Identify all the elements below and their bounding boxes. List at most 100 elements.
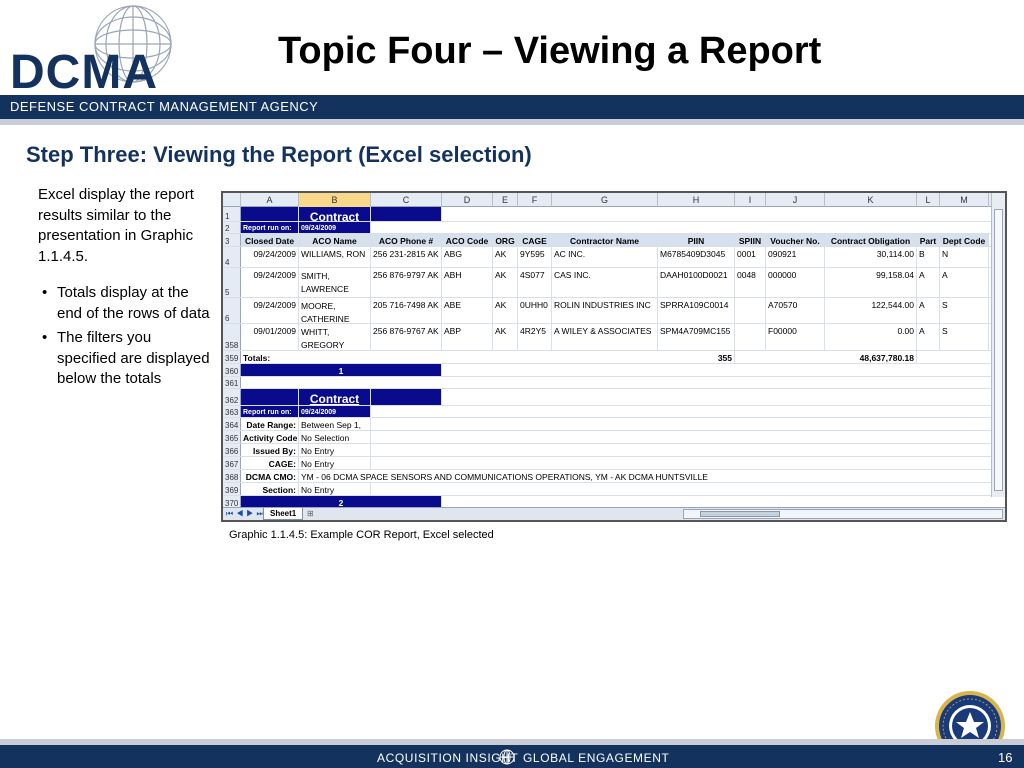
closed-date[interactable]: 09/24/2009	[241, 247, 299, 267]
filter-value[interactable]: No Entry	[299, 444, 371, 456]
cage[interactable]: 0UHH0	[518, 298, 552, 323]
column-title[interactable]: ORG	[493, 234, 518, 246]
column-title[interactable]: Voucher No.	[766, 234, 825, 246]
contract-obligation[interactable]: 99,158.04	[825, 268, 917, 297]
row-number[interactable]: 6	[223, 298, 241, 323]
contract-obligation[interactable]: 30,114.00	[825, 247, 917, 267]
column-header[interactable]: G	[552, 193, 658, 207]
filter-label[interactable]: Section:	[241, 483, 299, 495]
piin[interactable]: DAAH0100D0021	[658, 268, 735, 297]
row-number[interactable]: 366	[223, 444, 241, 456]
contractor-name[interactable]: AC INC.	[552, 247, 658, 267]
row-number[interactable]: 3	[223, 234, 241, 246]
org[interactable]: AK	[493, 324, 518, 350]
closed-date[interactable]: 09/01/2009	[241, 324, 299, 350]
row-number[interactable]: 1	[223, 207, 241, 221]
scroll-thumb[interactable]	[700, 511, 780, 517]
contractor-name[interactable]: CAS INC.	[552, 268, 658, 297]
horizontal-scrollbar[interactable]	[683, 509, 1003, 519]
contractor-name[interactable]: ROLIN INDUSTRIES INC	[552, 298, 658, 323]
report-run-date[interactable]: 09/24/2009	[299, 406, 371, 417]
vertical-scrollbar[interactable]	[991, 193, 1005, 497]
report-run-label[interactable]: Report run on:	[241, 222, 299, 233]
cell[interactable]	[241, 389, 299, 405]
row-number[interactable]: 4	[223, 247, 241, 267]
column-title[interactable]: PIIN	[658, 234, 735, 246]
dept-code[interactable]: S	[940, 324, 989, 350]
voucher-no[interactable]: F00000	[766, 324, 825, 350]
row-number[interactable]: 5	[223, 268, 241, 297]
column-title[interactable]: Dept Code	[940, 234, 989, 246]
filter-label[interactable]: Issued By:	[241, 444, 299, 456]
report-run-label[interactable]: Report run on:	[241, 406, 299, 417]
sheet-tab[interactable]: Sheet1	[263, 508, 304, 520]
filter-label[interactable]: Date Range:	[241, 418, 299, 430]
report-run-date[interactable]: 09/24/2009	[299, 222, 371, 233]
part[interactable]: A	[917, 268, 940, 297]
column-title[interactable]: SPIIN	[735, 234, 766, 246]
dept-code[interactable]: N	[940, 247, 989, 267]
row-number[interactable]: 367	[223, 457, 241, 469]
page-number-cell[interactable]: 1	[241, 364, 442, 376]
voucher-no[interactable]: 000000	[766, 268, 825, 297]
row-number[interactable]: 358	[223, 324, 241, 350]
cage[interactable]: 4S077	[518, 268, 552, 297]
totals-obligation[interactable]: 48,637,780.18	[825, 351, 917, 363]
aco-code[interactable]: ABE	[442, 298, 493, 323]
cell[interactable]	[241, 207, 299, 221]
row-number[interactable]: 362	[223, 389, 241, 405]
row-number[interactable]: 369	[223, 483, 241, 495]
piin[interactable]: SPM4A709MC155	[658, 324, 735, 350]
column-title[interactable]: Part	[917, 234, 940, 246]
row-number[interactable]: 364	[223, 418, 241, 430]
column-title[interactable]: CAGE	[518, 234, 552, 246]
select-all-corner[interactable]	[223, 193, 241, 207]
filter-value[interactable]: YM - 06 DCMA SPACE SENSORS AND COMMUNICA…	[299, 470, 979, 482]
column-title[interactable]: ACO Phone #	[371, 234, 442, 246]
column-header[interactable]: M	[940, 193, 989, 207]
column-header[interactable]: F	[518, 193, 552, 207]
voucher-no[interactable]: 090921	[766, 247, 825, 267]
column-header[interactable]: A	[241, 193, 299, 207]
contract-label[interactable]: Contract	[299, 389, 371, 405]
column-title[interactable]: Closed Date	[241, 234, 299, 246]
filter-label[interactable]: Activity Code:	[241, 431, 299, 443]
spiin[interactable]	[735, 324, 766, 350]
dept-code[interactable]: A	[940, 268, 989, 297]
org[interactable]: AK	[493, 268, 518, 297]
row-number[interactable]: 2	[223, 222, 241, 233]
row-number[interactable]: 365	[223, 431, 241, 443]
filter-value[interactable]: No Selection	[299, 431, 371, 443]
cell[interactable]	[371, 207, 442, 221]
column-title[interactable]: ACO Code	[442, 234, 493, 246]
aco-phone[interactable]: 256 876-9797 AK	[371, 268, 442, 297]
column-title[interactable]: Contract Obligation	[825, 234, 917, 246]
row-number[interactable]: 368	[223, 470, 241, 482]
org[interactable]: AK	[493, 247, 518, 267]
insert-sheet-icon[interactable]: ⊞	[307, 509, 314, 518]
aco-code[interactable]: ABH	[442, 268, 493, 297]
column-title[interactable]: Contractor Name	[552, 234, 658, 246]
filter-label[interactable]: CAGE:	[241, 457, 299, 469]
cell[interactable]	[371, 389, 442, 405]
row-number[interactable]: 363	[223, 406, 241, 417]
column-header[interactable]: B	[299, 193, 371, 207]
piin[interactable]: SPRRA109C0014	[658, 298, 735, 323]
cage[interactable]: 4R2Y5	[518, 324, 552, 350]
scroll-thumb[interactable]	[994, 209, 1003, 491]
column-header[interactable]: I	[735, 193, 766, 207]
spiin[interactable]	[735, 298, 766, 323]
closed-date[interactable]: 09/24/2009	[241, 298, 299, 323]
column-header[interactable]: K	[825, 193, 917, 207]
part[interactable]: B	[917, 247, 940, 267]
aco-phone[interactable]: 205 716-7498 AK	[371, 298, 442, 323]
column-header[interactable]: L	[917, 193, 940, 207]
spiin[interactable]: 0048	[735, 268, 766, 297]
aco-phone[interactable]: 256 876-9767 AK	[371, 324, 442, 350]
column-header[interactable]: H	[658, 193, 735, 207]
column-header[interactable]: D	[442, 193, 493, 207]
totals-count[interactable]: 355	[658, 351, 735, 363]
spiin[interactable]: 0001	[735, 247, 766, 267]
org[interactable]: AK	[493, 298, 518, 323]
cage[interactable]: 9Y595	[518, 247, 552, 267]
